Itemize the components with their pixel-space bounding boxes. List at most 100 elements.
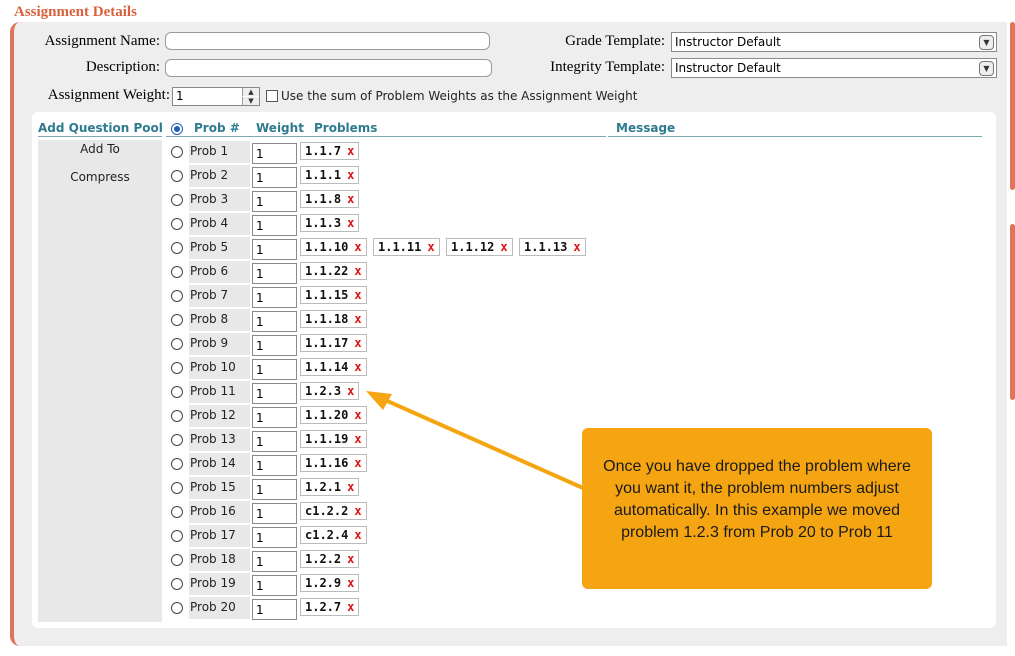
grade-template-select[interactable]: Instructor Default ▼	[671, 32, 997, 52]
remove-problem-icon[interactable]: x	[427, 240, 434, 254]
problem-chip[interactable]: 1.1.19 x	[300, 430, 367, 448]
row-radio[interactable]	[171, 218, 183, 230]
row-radio[interactable]	[171, 506, 183, 518]
problem-chip[interactable]: 1.2.7 x	[300, 598, 360, 616]
remove-problem-icon[interactable]: x	[354, 336, 361, 350]
header-radio-selected[interactable]	[171, 123, 183, 135]
remove-problem-icon[interactable]: x	[354, 360, 361, 374]
chevron-down-icon[interactable]: ▼	[979, 35, 994, 50]
row-radio[interactable]	[171, 578, 183, 590]
remove-problem-icon[interactable]: x	[354, 432, 361, 446]
row-radio[interactable]	[171, 170, 183, 182]
row-radio[interactable]	[171, 530, 183, 542]
problem-chip[interactable]: 1.1.11 x	[373, 238, 440, 256]
weight-input[interactable]: 1	[252, 287, 297, 308]
remove-problem-icon[interactable]: x	[347, 168, 354, 182]
row-radio[interactable]	[171, 410, 183, 422]
remove-problem-icon[interactable]: x	[347, 552, 354, 566]
assignment-weight-stepper[interactable]: 1 ▲ ▼	[172, 87, 260, 106]
weight-input[interactable]: 1	[252, 503, 297, 524]
remove-problem-icon[interactable]: x	[354, 504, 361, 518]
weight-input[interactable]: 1	[252, 575, 297, 596]
row-radio[interactable]	[171, 554, 183, 566]
weight-input[interactable]: 1	[252, 599, 297, 620]
row-radio[interactable]	[171, 602, 183, 614]
problem-chip[interactable]: 1.2.3 x	[300, 382, 360, 400]
row-radio[interactable]	[171, 362, 183, 374]
integrity-template-select[interactable]: Instructor Default ▼	[671, 58, 997, 78]
problem-chip[interactable]: 1.1.22 x	[300, 262, 367, 280]
row-radio[interactable]	[171, 290, 183, 302]
row-radio[interactable]	[171, 242, 183, 254]
remove-problem-icon[interactable]: x	[347, 480, 354, 494]
problem-chip[interactable]: c1.2.2 x	[300, 502, 367, 520]
row-radio[interactable]	[171, 482, 183, 494]
row-radio[interactable]	[171, 266, 183, 278]
problem-chip[interactable]: 1.1.12 x	[446, 238, 513, 256]
stepper-up-icon[interactable]: ▲	[242, 88, 259, 96]
problem-chip[interactable]: 1.1.15 x	[300, 286, 367, 304]
problem-id: 1.1.15	[305, 288, 349, 302]
weight-input[interactable]: 1	[252, 455, 297, 476]
remove-problem-icon[interactable]: x	[354, 288, 361, 302]
problem-chip[interactable]: 1.1.20 x	[300, 406, 367, 424]
problem-chip[interactable]: 1.1.17 x	[300, 334, 367, 352]
weight-input[interactable]: 1	[252, 407, 297, 428]
row-radio[interactable]	[171, 338, 183, 350]
problem-chip[interactable]: 1.1.8 x	[300, 190, 360, 208]
remove-problem-icon[interactable]: x	[347, 192, 354, 206]
problem-chip[interactable]: c1.2.4 x	[300, 526, 367, 544]
weight-input[interactable]: 1	[252, 191, 297, 212]
weight-input[interactable]: 1	[252, 479, 297, 500]
weight-input[interactable]: 1	[252, 431, 297, 452]
problem-chip[interactable]: 1.2.2 x	[300, 550, 360, 568]
remove-problem-icon[interactable]: x	[354, 240, 361, 254]
weight-input[interactable]: 1	[252, 311, 297, 332]
remove-problem-icon[interactable]: x	[354, 264, 361, 278]
weight-input[interactable]: 1	[252, 263, 297, 284]
problem-chip[interactable]: 1.1.14 x	[300, 358, 367, 376]
weight-input[interactable]: 1	[252, 359, 297, 380]
remove-problem-icon[interactable]: x	[347, 384, 354, 398]
weight-input[interactable]: 1	[252, 383, 297, 404]
remove-problem-icon[interactable]: x	[347, 144, 354, 158]
remove-problem-icon[interactable]: x	[354, 408, 361, 422]
row-radio[interactable]	[171, 458, 183, 470]
weight-input[interactable]: 1	[252, 335, 297, 356]
assignment-name-input[interactable]	[165, 32, 490, 50]
weight-input[interactable]: 1	[252, 167, 297, 188]
remove-problem-icon[interactable]: x	[347, 600, 354, 614]
remove-problem-icon[interactable]: x	[500, 240, 507, 254]
remove-problem-icon[interactable]: x	[354, 528, 361, 542]
remove-problem-icon[interactable]: x	[354, 456, 361, 470]
problem-chip[interactable]: 1.1.18 x	[300, 310, 367, 328]
problem-chip[interactable]: 1.1.3 x	[300, 214, 360, 232]
problem-chip[interactable]: 1.1.1 x	[300, 166, 360, 184]
chevron-down-icon[interactable]: ▼	[979, 61, 994, 76]
weight-input[interactable]: 1	[252, 215, 297, 236]
remove-problem-icon[interactable]: x	[573, 240, 580, 254]
remove-problem-icon[interactable]: x	[347, 576, 354, 590]
add-question-pool-link[interactable]: Add Question Pool	[38, 121, 163, 135]
weight-input[interactable]: 1	[252, 527, 297, 548]
problem-chip[interactable]: 1.1.13 x	[519, 238, 586, 256]
problem-chip[interactable]: 1.2.9 x	[300, 574, 360, 592]
weight-input[interactable]: 1	[252, 551, 297, 572]
problem-chip[interactable]: 1.2.1 x	[300, 478, 360, 496]
remove-problem-icon[interactable]: x	[347, 216, 354, 230]
problem-chip[interactable]: 1.1.16 x	[300, 454, 367, 472]
problem-chip[interactable]: 1.1.7 x	[300, 142, 360, 160]
sum-weights-checkbox[interactable]	[266, 90, 278, 102]
remove-problem-icon[interactable]: x	[354, 312, 361, 326]
problem-chip[interactable]: 1.1.10 x	[300, 238, 367, 256]
weight-input[interactable]: 1	[252, 239, 297, 260]
row-radio[interactable]	[171, 146, 183, 158]
table-row: Prob 11 1 1.2.3 x	[0, 381, 1015, 405]
row-radio[interactable]	[171, 434, 183, 446]
row-radio[interactable]	[171, 386, 183, 398]
weight-input[interactable]: 1	[252, 143, 297, 164]
description-input[interactable]	[165, 59, 492, 77]
row-radio[interactable]	[171, 194, 183, 206]
stepper-down-icon[interactable]: ▼	[242, 97, 259, 105]
row-radio[interactable]	[171, 314, 183, 326]
